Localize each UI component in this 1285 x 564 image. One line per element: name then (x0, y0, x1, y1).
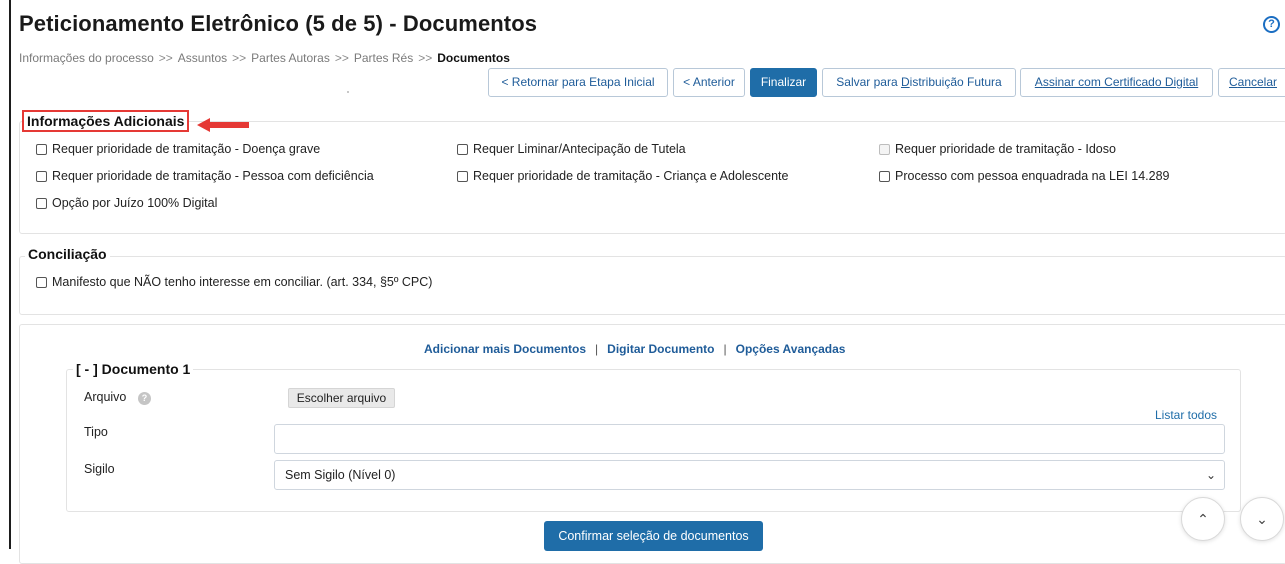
secrecy-label: Sigilo (84, 462, 115, 476)
checkbox-label: Requer prioridade de tramitação - Pessoa… (52, 169, 374, 183)
breadcrumb-separator: >> (232, 51, 247, 65)
breadcrumb-separator: >> (418, 51, 433, 65)
checkbox-disability[interactable]: Requer prioridade de tramitação - Pessoa… (36, 169, 374, 183)
checkbox-box[interactable] (36, 170, 47, 182)
type-label: Tipo (84, 425, 108, 439)
previous-button[interactable]: < Anterior (673, 68, 745, 97)
checkbox-box[interactable] (457, 170, 468, 182)
scroll-down-button[interactable]: ⌄ (1240, 497, 1284, 541)
breadcrumb-separator: >> (158, 51, 173, 65)
confirm-documents-button[interactable]: Confirmar seleção de documentos (544, 521, 763, 551)
checkbox-child-adolescent[interactable]: Requer prioridade de tramitação - Crianç… (457, 169, 788, 183)
breadcrumb-item-subjects[interactable]: Assuntos (178, 51, 227, 65)
decorative-dot (347, 91, 349, 93)
checkbox-no-conciliation[interactable]: Manifesto que NÃO tenho interesse em con… (36, 275, 432, 289)
checkbox-law-14289[interactable]: Processo com pessoa enquadrada na LEI 14… (879, 169, 1170, 183)
link-separator: | (595, 342, 599, 356)
link-separator: | (723, 342, 727, 356)
cancel-button-hotkey: C (1228, 75, 1238, 89)
checkbox-label: Manifesto que NÃO tenho interesse em con… (52, 275, 433, 289)
breadcrumb: Informações do processo >> Assuntos >> Parte… (19, 51, 510, 65)
checkbox-elderly: Requer prioridade de tramitação - Idoso (879, 142, 1116, 156)
checkbox-box[interactable] (36, 143, 47, 155)
advanced-options-link[interactable]: Opções Avançadas (736, 342, 846, 356)
help-icon[interactable]: ? (1263, 16, 1280, 33)
checkbox-label: Requer prioridade de tramitação - Idoso (895, 142, 1116, 156)
sign-with-certificate-button[interactable]: Assinar com Certificado Digital (1020, 68, 1213, 97)
scroll-up-button[interactable]: ⌃ (1181, 497, 1225, 541)
add-documents-link[interactable]: Adicionar mais Documentos (424, 342, 586, 356)
checkbox-label: Opção por Juízo 100% Digital (52, 196, 218, 210)
checkbox-box[interactable] (457, 143, 468, 155)
breadcrumb-item-defendants[interactable]: Partes Rés (354, 51, 413, 65)
save-for-distribution-button[interactable]: Salvar para Distribuição Futura (822, 68, 1016, 97)
type-document-link[interactable]: Digitar Documento (607, 342, 714, 356)
cancel-button[interactable]: Cancelar (1218, 68, 1285, 97)
sign-button-hotkey: A (1034, 75, 1043, 89)
type-input[interactable] (274, 424, 1225, 454)
window-left-border (9, 0, 11, 549)
secrecy-select[interactable]: Sem Sigilo (Nível 0) ⌄ (274, 460, 1225, 490)
conciliation-title: Conciliação (25, 246, 110, 262)
checkbox-box-disabled (879, 143, 890, 155)
file-label: Arquivo (84, 390, 127, 404)
checkbox-box[interactable] (36, 197, 47, 209)
checkbox-label: Processo com pessoa enquadrada na LEI 14… (895, 169, 1170, 183)
checkbox-injunction[interactable]: Requer Liminar/Antecipação de Tutela (457, 142, 686, 156)
checkbox-digital-court[interactable]: Opção por Juízo 100% Digital (36, 196, 217, 210)
checkbox-label: Requer prioridade de tramitação - Crianç… (473, 169, 789, 183)
checkbox-box[interactable] (36, 276, 47, 288)
page-title: Peticionamento Eletrônico (5 de 5) - Doc… (19, 11, 538, 36)
checkbox-label: Requer Liminar/Antecipação de Tutela (473, 142, 686, 156)
checkbox-box[interactable] (879, 170, 890, 182)
secrecy-selected-value: Sem Sigilo (Nível 0) (285, 468, 396, 482)
chevron-down-icon: ⌄ (1205, 468, 1216, 482)
return-initial-step-button[interactable]: < Retornar para Etapa Inicial (488, 68, 668, 97)
breadcrumb-separator: >> (334, 51, 349, 65)
document-1-title[interactable]: [ - ] Documento 1 (73, 361, 194, 377)
save-button-hotkey: D (900, 75, 910, 89)
finish-button[interactable]: Finalizar (750, 68, 817, 97)
breadcrumb-item-authors[interactable]: Partes Autoras (251, 51, 330, 65)
document-links: Adicionar mais Documentos | Digitar Docume… (424, 342, 845, 356)
question-icon[interactable]: ? (138, 392, 151, 405)
additional-info-title: Informações Adicionais (22, 110, 190, 132)
cancel-button-label: ancelar (1237, 75, 1278, 89)
breadcrumb-current: Documentos (437, 51, 510, 65)
breadcrumb-item-process-info[interactable]: Informações do processo (19, 51, 154, 65)
save-button-label-suffix: istribuição Futura (909, 75, 1002, 89)
red-arrow-icon (197, 118, 249, 132)
choose-file-button[interactable]: Escolher arquivo (288, 388, 395, 408)
checkbox-label: Requer prioridade de tramitação - Doença… (52, 142, 321, 156)
save-button-label-prefix: Salvar para (836, 75, 901, 89)
sign-button-label: ssinar com Certificado Digital (1042, 75, 1199, 89)
checkbox-serious-illness[interactable]: Requer prioridade de tramitação - Doença… (36, 142, 320, 156)
list-all-link[interactable]: Listar todos (1155, 408, 1217, 422)
